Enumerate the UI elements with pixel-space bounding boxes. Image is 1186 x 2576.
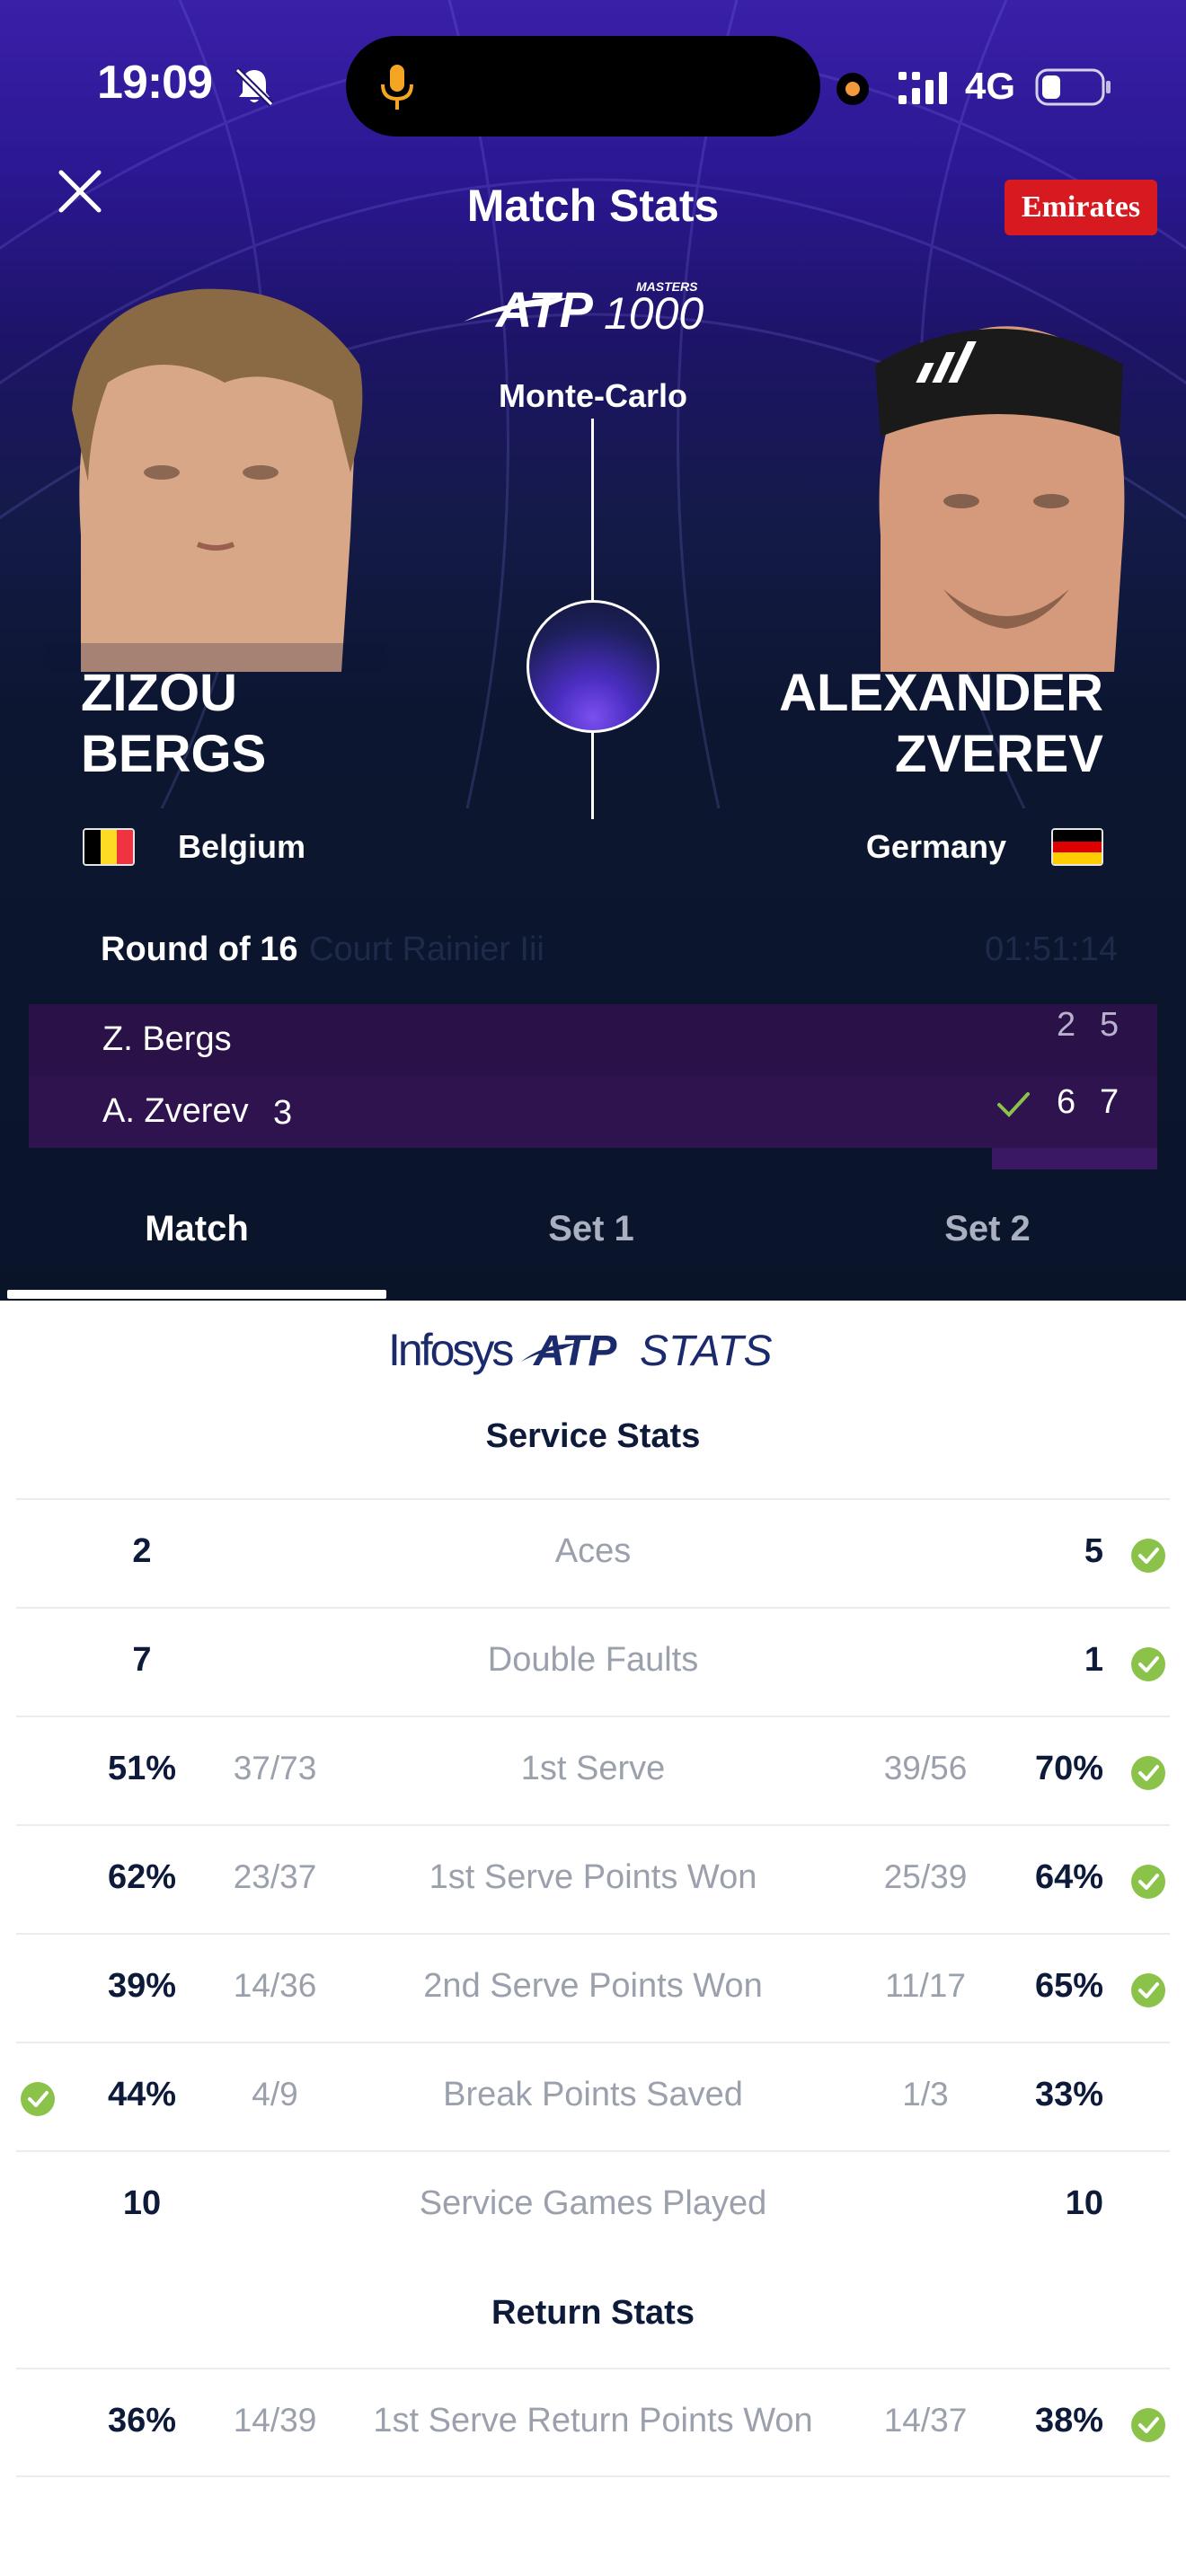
winner-check-icon: [997, 1092, 1030, 1117]
service-stats-title: Service Stats: [485, 1417, 701, 1455]
stat-player1-value: 10: [122, 2184, 162, 2222]
tab-set-1[interactable]: Set 1: [386, 1209, 796, 1249]
stat-player2-value: 64%: [1034, 1858, 1103, 1896]
stat-row: 39% 14/36 2nd Serve Points Won 11/17 65%: [16, 1933, 1170, 2042]
stat-row: 2 Aces 5: [16, 1498, 1170, 1607]
signal-icon: [898, 72, 947, 104]
bell-slash-icon: [235, 67, 274, 107]
round-label: Round of 16: [101, 931, 298, 968]
stat-row: 62% 23/37 1st Serve Points Won 25/39 64%: [16, 1824, 1170, 1933]
camera-indicator: [836, 73, 869, 105]
infosys-brand: Infosys: [388, 1325, 513, 1375]
set-score: 5: [1100, 1006, 1120, 1044]
stat-label: Aces: [554, 1532, 632, 1570]
sponsor-badge[interactable]: Emirates: [1005, 180, 1157, 235]
court-label: Court Rainier Iii: [309, 931, 544, 968]
center-ball: [527, 600, 659, 733]
check-icon: [1131, 1647, 1165, 1681]
center-line-bottom: [591, 733, 594, 819]
stat-label: 1st Serve: [520, 1750, 666, 1787]
check-icon: [21, 2082, 55, 2116]
player-seed: 3: [273, 1094, 293, 1132]
belgium-flag-icon: [83, 828, 135, 866]
stat-player1-value: 7: [132, 1641, 152, 1679]
tab-match[interactable]: Match: [7, 1209, 386, 1249]
battery-icon: [1035, 68, 1111, 106]
stat-label: 1st Serve Points Won: [429, 1858, 757, 1896]
player-left-last-name: BERGS: [81, 725, 267, 783]
stat-label: 2nd Serve Points Won: [423, 1967, 763, 2005]
check-icon: [1131, 1756, 1165, 1790]
atp-logo-number: 1000: [604, 288, 704, 339]
match-header: 19:09 4G Match Stats Emirates ATP MASTER…: [0, 0, 1186, 1301]
infosys-atp-stats-logo: Infosys ATP STATS: [388, 1325, 773, 1375]
check-icon: [1131, 1973, 1165, 2007]
return-stats-title: Return Stats: [491, 2294, 695, 2332]
status-time: 19:09: [97, 57, 213, 109]
stat-row: 10 Service Games Played 10: [16, 2150, 1170, 2259]
player-left-name: ZIZOU BERGS: [81, 663, 266, 785]
tab-set-2[interactable]: Set 2: [796, 1209, 1179, 1249]
stat-player2-value: 33%: [1034, 2076, 1103, 2113]
germany-flag-icon: [1051, 828, 1103, 866]
match-duration: 01:51:14: [985, 931, 1118, 968]
stat-label: Break Points Saved: [443, 2076, 743, 2113]
stat-player2-value: 70%: [1034, 1750, 1103, 1787]
scoreboard-row-player1: Z. Bergs 2 5: [29, 1004, 1157, 1076]
scoreboard-player-name: Z. Bergs: [102, 1020, 232, 1058]
stat-player1-value: 2: [132, 1532, 152, 1570]
player-right-photo: [875, 326, 1125, 672]
atp-masters-1000-logo: ATP MASTERS 1000: [464, 279, 704, 339]
player-right-country: Germany: [865, 828, 1006, 865]
check-icon: [1131, 1865, 1165, 1899]
set-score: 2: [1057, 1006, 1076, 1044]
atp-logo-text: ATP: [494, 281, 593, 338]
player-right-first-name: ALEXANDER: [779, 664, 1103, 722]
stat-row: 51% 37/73 1st Serve 39/56 70%: [16, 1716, 1170, 1824]
player-left-photo: [45, 288, 386, 672]
center-line-top: [591, 419, 594, 600]
player-right-name: ALEXANDER ZVEREV: [779, 663, 1103, 785]
stat-player2-value: 65%: [1034, 1967, 1103, 2005]
check-icon: [1131, 1539, 1165, 1573]
check-icon: [1131, 2408, 1165, 2442]
network-label: 4G: [965, 65, 1016, 107]
stat-label: 1st Serve Return Points Won: [373, 2402, 813, 2439]
active-tab-indicator: [7, 1290, 386, 1299]
player-left-first-name: ZIZOU: [81, 664, 237, 722]
mic-icon: [381, 65, 413, 110]
stats-brand: STATS: [640, 1328, 773, 1375]
divider: [16, 2475, 1170, 2477]
stat-player2-value: 38%: [1034, 2402, 1103, 2439]
set-score: 7: [1100, 1083, 1120, 1121]
player-right-last-name: ZVEREV: [894, 725, 1103, 783]
stat-label: Double Faults: [487, 1641, 699, 1679]
stat-player2-value: 10: [1065, 2184, 1103, 2222]
stat-player2-value: 5: [1084, 1532, 1103, 1570]
stat-player2-value: 1: [1084, 1641, 1103, 1679]
stat-row: 36% 14/39 1st Serve Return Points Won 14/37…: [16, 2368, 1170, 2476]
scoreboard-player-name: A. Zverev: [102, 1092, 249, 1130]
atp-brand: ATP: [533, 1328, 617, 1375]
stat-row: 7 Double Faults 1: [16, 1607, 1170, 1716]
stat-label: Service Games Played: [419, 2184, 767, 2222]
dynamic-island: [346, 36, 820, 137]
set-score: 6: [1057, 1083, 1076, 1121]
scoreboard-row-player2: A. Zverev 3 6 7: [29, 1076, 1157, 1148]
player-left-country: Belgium: [178, 828, 306, 865]
stat-row: 44% 4/9 Break Points Saved 1/3 33%: [16, 2042, 1170, 2150]
